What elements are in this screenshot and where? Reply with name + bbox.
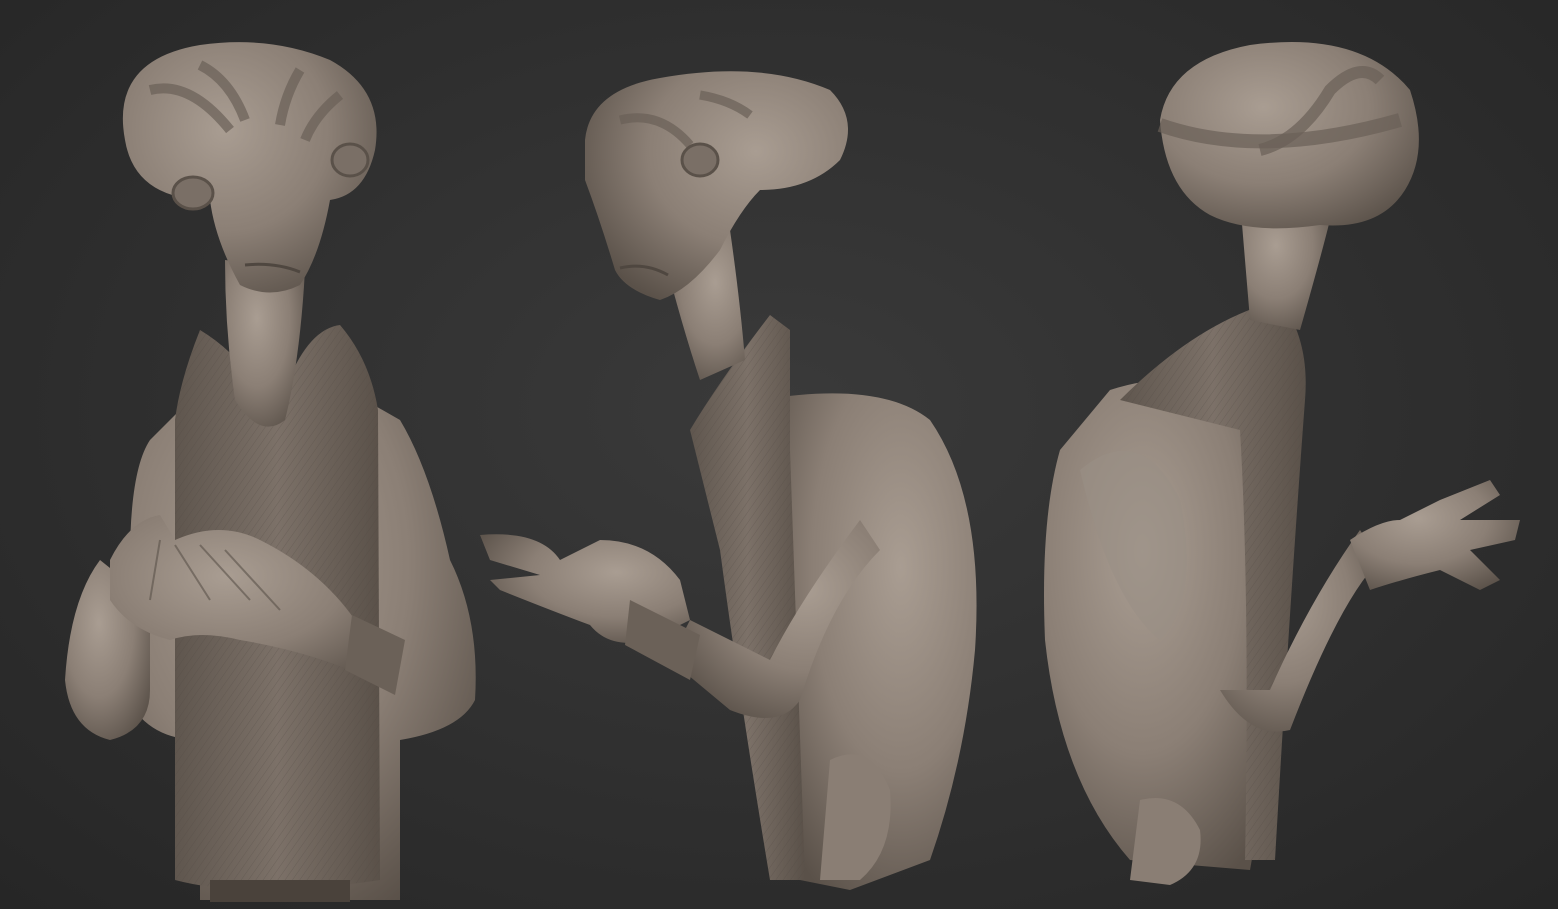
front-view bbox=[65, 42, 476, 902]
front-right-eye bbox=[330, 142, 370, 178]
render-viewport bbox=[0, 0, 1558, 909]
tq-eye bbox=[680, 142, 720, 178]
front-left-eye bbox=[171, 175, 215, 211]
three-quarter-view bbox=[480, 71, 977, 890]
back-hands bbox=[1350, 480, 1520, 590]
sculpt-render bbox=[65, 42, 1520, 902]
back-view bbox=[1044, 42, 1520, 885]
